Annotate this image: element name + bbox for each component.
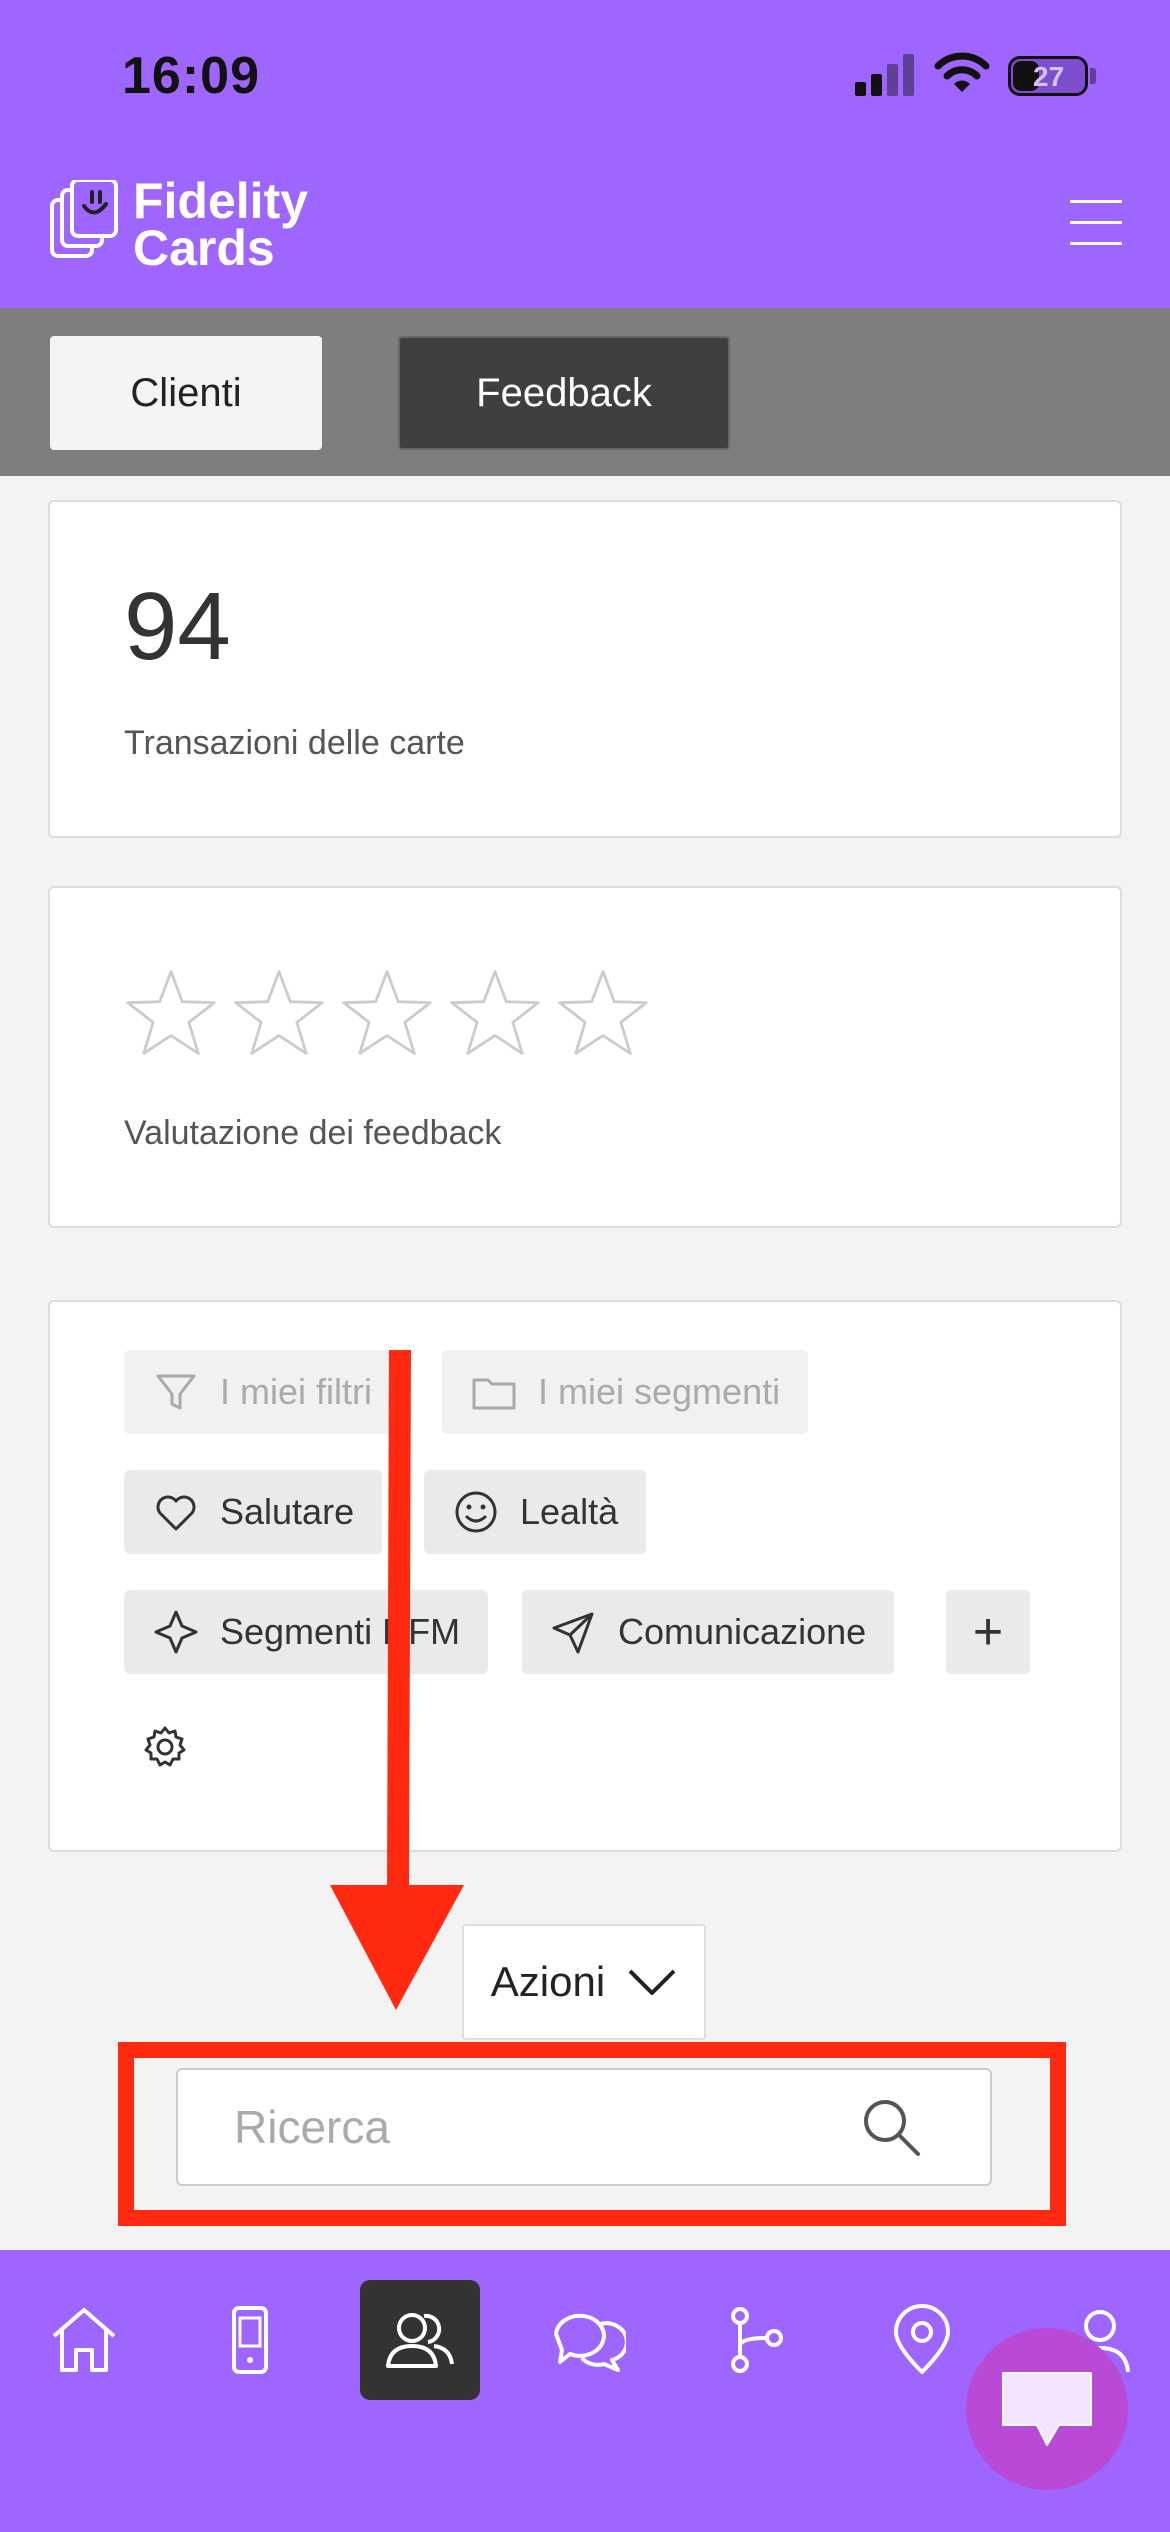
cellular-signal-icon: [855, 54, 915, 96]
chevron-down-icon: [628, 1969, 676, 1995]
chat-icon: [554, 2313, 626, 2372]
tab-clienti[interactable]: Clienti: [50, 336, 322, 450]
search-icon[interactable]: [858, 2094, 924, 2160]
search-box: [176, 2068, 992, 2186]
star-icon: [126, 970, 216, 1055]
phone-card-icon: [232, 2306, 268, 2374]
settings-gear-icon[interactable]: [142, 1724, 188, 1770]
filters-card: I miei filtri I miei segmenti Salutare L…: [48, 1300, 1122, 1852]
status-time: 16:09: [122, 47, 260, 105]
communication-button[interactable]: Comunicazione: [522, 1590, 895, 1674]
my-segments-label: I miei segmenti: [538, 1371, 781, 1412]
nav-home[interactable]: [24, 2280, 144, 2400]
transactions-label: Transazioni delle carte: [124, 724, 465, 762]
star-icon: [234, 970, 324, 1055]
star-icon: [558, 970, 648, 1055]
folder-icon: [472, 1378, 516, 1410]
filter-icon: [156, 1374, 196, 1410]
hamburger-menu-icon[interactable]: [1070, 200, 1122, 246]
nav-customers[interactable]: [360, 2280, 480, 2400]
segments-icon: [154, 1610, 198, 1654]
tab-bar: Clienti Feedback: [0, 308, 1170, 476]
nav-chat[interactable]: [528, 2280, 648, 2400]
battery-icon: 27: [1008, 56, 1088, 96]
annotation-arrow: [330, 1350, 464, 2010]
battery-level: 27: [1033, 61, 1065, 92]
chat-support-button[interactable]: [966, 2328, 1128, 2490]
add-filter-button[interactable]: +: [946, 1590, 1030, 1674]
rating-label: Valutazione dei feedback: [124, 1114, 502, 1152]
wifi-icon: [934, 52, 990, 92]
logo-line-1: Fidelity: [133, 173, 309, 229]
app-header: 16:09 27 Fidelity Cards: [0, 0, 1170, 308]
nav-flow[interactable]: [696, 2280, 816, 2400]
actions-dropdown[interactable]: Azioni: [462, 1924, 706, 2040]
location-icon: [894, 2304, 950, 2374]
fidelity-cards-logo-icon: [50, 180, 118, 258]
chat-bubble-icon: [1002, 2372, 1092, 2446]
search-input[interactable]: [234, 2092, 834, 2162]
tab-feedback[interactable]: Feedback: [398, 336, 730, 450]
nav-card[interactable]: [190, 2280, 310, 2400]
star-icon: [342, 970, 432, 1055]
heart-icon: [156, 1495, 196, 1531]
transactions-value: 94: [124, 573, 231, 680]
customers-icon: [386, 2313, 454, 2368]
feedback-rating-card: Valutazione dei feedback: [48, 886, 1122, 1228]
logo-line-2: Cards: [133, 220, 275, 276]
home-icon: [52, 2308, 116, 2372]
communication-label: Comunicazione: [618, 1611, 867, 1652]
transactions-card: 94 Transazioni delle carte: [48, 500, 1122, 838]
battery-tip: [1090, 68, 1096, 84]
flow-icon: [731, 2307, 783, 2373]
send-icon: [552, 1612, 594, 1654]
app-logo-text[interactable]: Fidelity Cards: [133, 173, 309, 276]
rating-stars: [124, 966, 650, 1060]
loyalty-label: Lealtà: [520, 1491, 619, 1532]
actions-label: Azioni: [490, 1958, 606, 2005]
star-icon: [450, 970, 540, 1055]
nav-location[interactable]: [862, 2280, 982, 2400]
my-segments-button[interactable]: I miei segmenti: [442, 1350, 809, 1434]
